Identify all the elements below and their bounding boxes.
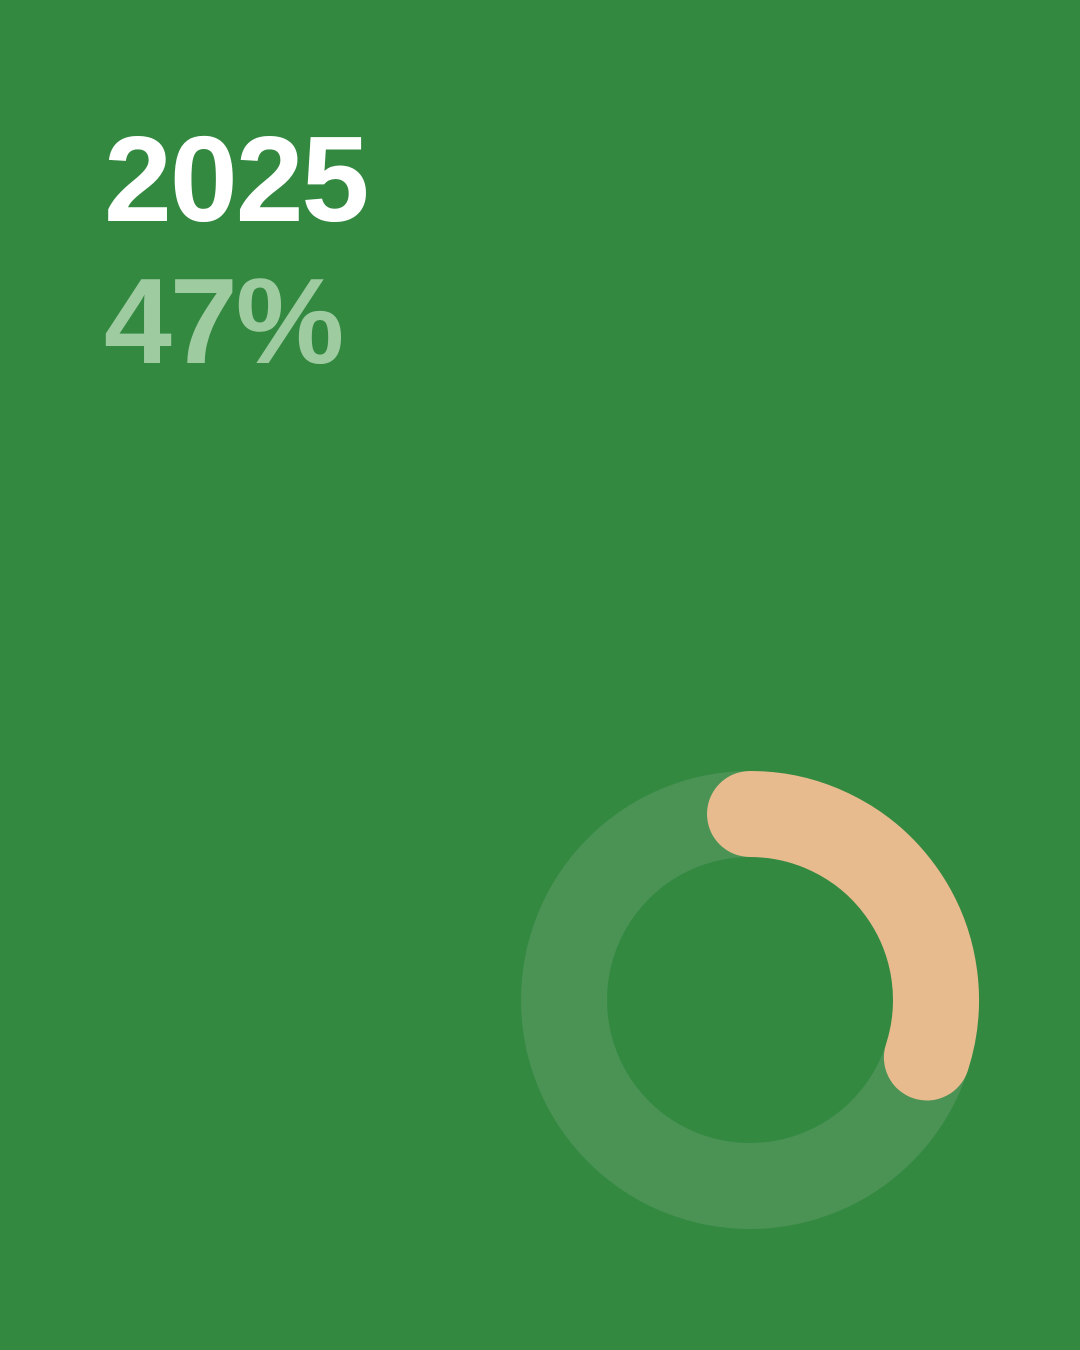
percent-label: 47% [104,253,344,389]
year-label: 2025 [104,111,369,247]
headline: 2025 47% [104,111,369,389]
donut-svg [521,771,979,1229]
donut-chart [500,750,1000,1250]
donut-progress-arc [707,771,979,1101]
